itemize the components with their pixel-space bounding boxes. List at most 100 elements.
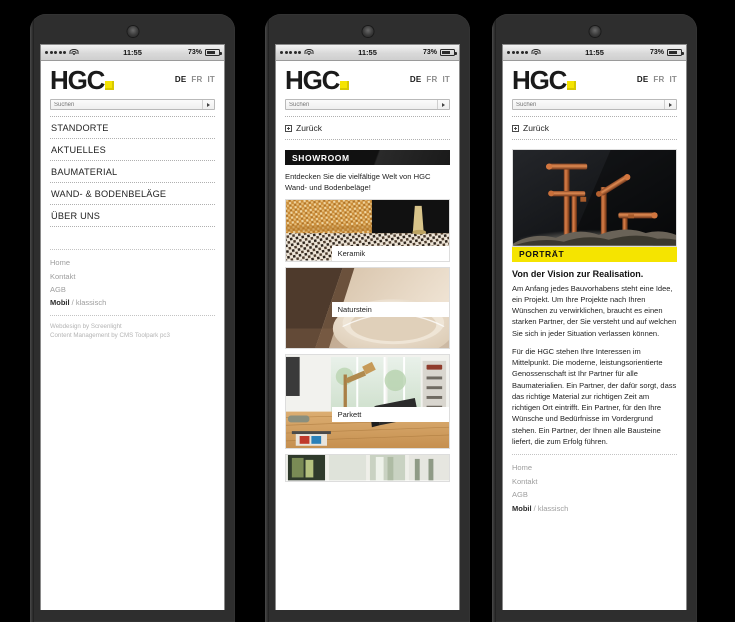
portrait-heading: Von der Vision zur Realisation. [512,268,644,279]
view-mode-toggle[interactable]: Mobil / klassisch [512,501,677,514]
device-bezel-top [265,14,470,44]
nav-item-standorte[interactable]: STANDORTE [50,116,215,140]
phone-device-3: 11:55 73% HGC DE FR IT Suchen Zurück POR… [492,14,697,622]
footer-credits: Webdesign by Screenlight Content Managem… [50,314,215,341]
footer-link-home[interactable]: Home [50,256,215,269]
language-fr[interactable]: FR [653,75,664,84]
language-switcher: DE FR IT [410,69,450,84]
logo-text: HGC [50,65,105,95]
nav-item-baumaterial[interactable]: BAUMATERIAL [50,161,215,184]
footer-link-kontakt[interactable]: Kontakt [50,269,215,282]
nav-item-wand-bodenbelaege[interactable]: WAND- & BODENBELÄGE [50,183,215,206]
device-bezel-top [492,14,697,44]
language-de[interactable]: DE [175,75,187,84]
language-de[interactable]: DE [410,75,422,84]
search-box[interactable] [512,99,677,111]
language-fr[interactable]: FR [191,75,202,84]
footer-link-agb[interactable]: AGB [50,283,215,296]
portrait-hero-image [512,149,677,247]
language-it[interactable]: IT [669,75,677,84]
battery-icon [440,49,457,56]
credit-webdesign: Webdesign by Screenlight [50,322,122,330]
caret-right-icon [442,102,445,107]
banner-label: SHOWROOM [292,152,350,163]
signal-strength-icon [280,51,301,54]
hgc-logo[interactable]: HGC [285,67,350,93]
nav-item-aktuelles[interactable]: AKTUELLES [50,139,215,162]
footer-link-agb[interactable]: AGB [512,488,677,501]
view-mode-mobil[interactable]: Mobil [512,504,532,513]
next-tile-image [286,455,449,481]
search-submit-button[interactable] [202,100,214,110]
language-fr[interactable]: FR [426,75,437,84]
hgc-logo[interactable]: HGC [512,65,577,95]
site-footer-1: Home Kontakt AGB Mobil / klassisch Webde… [50,249,215,340]
view-mode-klassisch[interactable]: klassisch [76,298,106,307]
tile-next-partial[interactable] [285,454,450,482]
back-link[interactable]: Zurück [512,116,677,141]
nav-item-ueber-uns[interactable]: ÜBER UNS [50,205,215,228]
showroom-tiles: Keramik Naturstein Parkett [285,199,450,482]
footer-link-home[interactable]: Home [512,461,677,474]
view-mode-toggle[interactable]: Mobil / klassisch [50,296,215,309]
logo-text: HGC [512,65,567,95]
phone-screen-3: 11:55 73% HGC DE FR IT Suchen Zurück POR… [502,44,687,610]
status-bar-right: 73% [649,49,684,56]
language-it[interactable]: IT [442,75,450,84]
status-bar-left [45,48,78,57]
language-it[interactable]: IT [207,75,215,84]
wifi-icon [531,48,540,57]
phone-device-2: 11:55 73% HGC DE FR IT Suchen Zurück SHO… [265,14,470,622]
view-mode-klassisch[interactable]: klassisch [538,504,568,513]
search-input[interactable] [286,101,437,108]
main-navigation: STANDORTE AKTUELLES BAUMATERIAL WAND- & … [50,116,215,228]
front-camera-icon [127,26,138,37]
search-input[interactable] [513,101,664,108]
phone-device-1: 11:55 73% HGC DE FR IT Suchen STANDORTE … [30,14,235,622]
battery-percentage: 73% [649,49,664,56]
language-switcher: DE FR IT [637,69,677,84]
view-mode-mobil[interactable]: Mobil [50,298,70,307]
battery-icon [205,49,222,56]
screenshot-stage: 11:55 73% HGC DE FR IT Suchen STANDORTE … [0,0,735,622]
footer-link-kontakt[interactable]: Kontakt [512,475,677,488]
search-box[interactable] [285,99,450,111]
wifi-icon [69,48,78,57]
tile-keramik[interactable]: Keramik [285,199,450,262]
site-header: HGC DE FR IT [503,61,686,95]
device-bezel-top [30,14,235,44]
search-submit-button[interactable] [437,100,449,110]
wifi-icon [304,48,313,57]
tile-parkett[interactable]: Parkett [285,353,450,450]
tile-naturstein[interactable]: Naturstein [285,266,450,349]
logo-cube-icon [105,81,115,91]
search-row [276,95,459,116]
footer-links: Home Kontakt AGB Mobil / klassisch [512,455,677,515]
status-bar-left [507,48,540,57]
back-link[interactable]: Zurück [285,116,450,141]
portrait-paragraph-2: Für die HGC stehen Ihre Interessen im Mi… [512,346,677,446]
logo-cube-icon [567,81,577,91]
hgc-logo[interactable]: HGC [50,65,115,95]
credit-cms: Content Management by CMS Toolpark pc3 [50,331,170,339]
front-camera-icon [589,26,600,37]
search-submit-button[interactable] [664,100,676,110]
status-bar: 11:55 73% [41,45,224,61]
front-camera-icon [362,26,373,37]
copper-pipes-image [513,150,676,246]
battery-icon [667,49,684,56]
search-input[interactable] [51,101,202,108]
banner-label: PORTRÄT [519,249,565,260]
back-box-icon [512,124,519,132]
status-bar-clock: 11:55 [358,48,377,57]
caret-right-icon [669,102,672,107]
section-banner-showroom: SHOWROOM [285,150,450,166]
footer-links: Home Kontakt AGB Mobil / klassisch [50,250,215,310]
back-link-label: Zurück [523,123,549,134]
status-bar-clock: 11:55 [585,48,604,57]
language-de[interactable]: DE [637,75,649,84]
tile-caption-keramik: Keramik [331,245,449,261]
parkett-image [286,354,449,449]
search-box[interactable] [50,99,215,111]
battery-percentage: 73% [187,49,202,56]
